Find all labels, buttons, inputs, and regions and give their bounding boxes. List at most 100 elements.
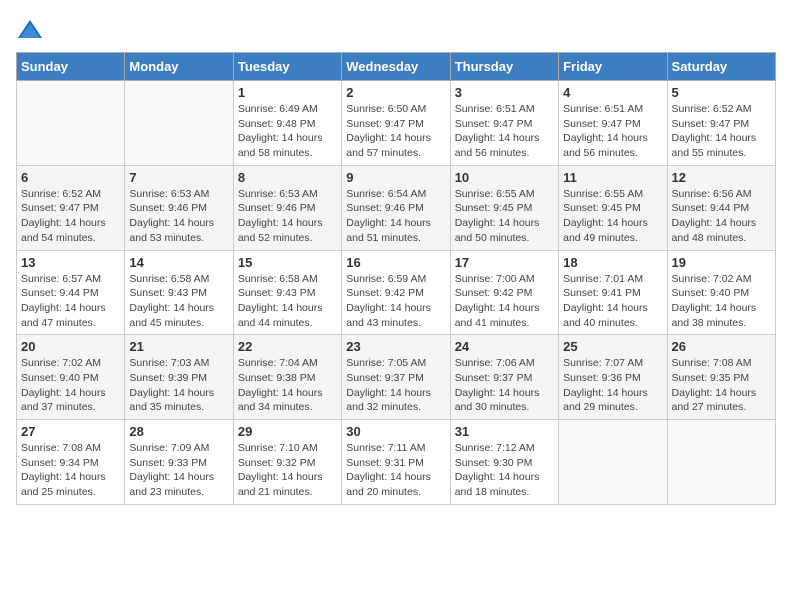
day-number: 16 [346, 255, 445, 270]
day-cell: 28Sunrise: 7:09 AMSunset: 9:33 PMDayligh… [125, 420, 233, 505]
day-number: 9 [346, 170, 445, 185]
day-info: Sunrise: 7:04 AMSunset: 9:38 PMDaylight:… [238, 356, 337, 415]
day-header-sunday: Sunday [17, 53, 125, 81]
day-info: Sunrise: 6:52 AMSunset: 9:47 PMDaylight:… [21, 187, 120, 246]
day-cell: 20 Sunrise: 7:02 AMSunset: 9:40 PMDayligh… [17, 335, 125, 420]
day-info: Sunrise: 6:54 AMSunset: 9:46 PMDaylight:… [346, 187, 445, 246]
day-info: Sunrise: 7:05 AMSunset: 9:37 PMDaylight:… [346, 356, 445, 415]
day-number: 5 [672, 85, 771, 100]
day-info: Sunrise: 7:11 AMSunset: 9:31 PMDaylight:… [346, 441, 445, 500]
day-number: 27 [21, 424, 120, 439]
day-number: 7 [129, 170, 228, 185]
day-cell: 16 Sunrise: 6:59 AMSunset: 9:42 PMDayligh… [342, 250, 450, 335]
day-cell: 13 Sunrise: 6:57 AMSunset: 9:44 PMDayligh… [17, 250, 125, 335]
day-number: 17 [455, 255, 554, 270]
day-info: Sunrise: 7:08 AMSunset: 9:34 PMDaylight:… [21, 441, 120, 500]
day-info: Sunrise: 7:00 AMSunset: 9:42 PMDaylight:… [455, 272, 554, 331]
day-info: Sunrise: 6:57 AMSunset: 9:44 PMDaylight:… [21, 272, 120, 331]
day-cell [667, 420, 775, 505]
logo [16, 16, 48, 44]
day-header-friday: Friday [559, 53, 667, 81]
day-cell: 24 Sunrise: 7:06 AMSunset: 9:37 PMDayligh… [450, 335, 558, 420]
day-info: Sunrise: 7:02 AMSunset: 9:40 PMDaylight:… [672, 272, 771, 331]
day-cell [559, 420, 667, 505]
calendar-table: SundayMondayTuesdayWednesdayThursdayFrid… [16, 52, 776, 505]
week-row-1: 1Sunrise: 6:49 AMSunset: 9:48 PMDaylight… [17, 81, 776, 166]
day-number: 11 [563, 170, 662, 185]
day-header-wednesday: Wednesday [342, 53, 450, 81]
day-info: Sunrise: 6:55 AMSunset: 9:45 PMDaylight:… [455, 187, 554, 246]
day-number: 10 [455, 170, 554, 185]
day-cell: 25 Sunrise: 7:07 AMSunset: 9:36 PMDayligh… [559, 335, 667, 420]
day-info: Sunrise: 6:51 AMSunset: 9:47 PMDaylight:… [455, 102, 554, 161]
day-info: Sunrise: 6:58 AMSunset: 9:43 PMDaylight:… [238, 272, 337, 331]
day-number: 25 [563, 339, 662, 354]
day-info: Sunrise: 7:08 AMSunset: 9:35 PMDaylight:… [672, 356, 771, 415]
day-info: Sunrise: 7:03 AMSunset: 9:39 PMDaylight:… [129, 356, 228, 415]
day-number: 4 [563, 85, 662, 100]
day-info: Sunrise: 6:53 AMSunset: 9:46 PMDaylight:… [238, 187, 337, 246]
day-info: Sunrise: 6:58 AMSunset: 9:43 PMDaylight:… [129, 272, 228, 331]
day-number: 22 [238, 339, 337, 354]
header [16, 16, 776, 44]
day-number: 26 [672, 339, 771, 354]
day-number: 21 [129, 339, 228, 354]
day-cell: 4 Sunrise: 6:51 AMSunset: 9:47 PMDaylight… [559, 81, 667, 166]
day-cell: 8 Sunrise: 6:53 AMSunset: 9:46 PMDaylight… [233, 165, 341, 250]
day-info: Sunrise: 7:06 AMSunset: 9:37 PMDaylight:… [455, 356, 554, 415]
day-number: 30 [346, 424, 445, 439]
day-cell: 17 Sunrise: 7:00 AMSunset: 9:42 PMDayligh… [450, 250, 558, 335]
day-info: Sunrise: 7:07 AMSunset: 9:36 PMDaylight:… [563, 356, 662, 415]
day-cell: 23Sunrise: 7:05 AMSunset: 9:37 PMDayligh… [342, 335, 450, 420]
week-row-2: 6 Sunrise: 6:52 AMSunset: 9:47 PMDaylight… [17, 165, 776, 250]
day-info: Sunrise: 6:51 AMSunset: 9:47 PMDaylight:… [563, 102, 662, 161]
day-number: 6 [21, 170, 120, 185]
day-cell: 11Sunrise: 6:55 AMSunset: 9:45 PMDayligh… [559, 165, 667, 250]
day-cell: 2 Sunrise: 6:50 AMSunset: 9:47 PMDaylight… [342, 81, 450, 166]
day-header-thursday: Thursday [450, 53, 558, 81]
day-cell: 6 Sunrise: 6:52 AMSunset: 9:47 PMDaylight… [17, 165, 125, 250]
week-row-3: 13 Sunrise: 6:57 AMSunset: 9:44 PMDayligh… [17, 250, 776, 335]
day-cell: 5Sunrise: 6:52 AMSunset: 9:47 PMDaylight… [667, 81, 775, 166]
day-info: Sunrise: 6:59 AMSunset: 9:42 PMDaylight:… [346, 272, 445, 331]
day-cell: 22 Sunrise: 7:04 AMSunset: 9:38 PMDayligh… [233, 335, 341, 420]
day-number: 29 [238, 424, 337, 439]
day-info: Sunrise: 7:09 AMSunset: 9:33 PMDaylight:… [129, 441, 228, 500]
day-cell: 31Sunrise: 7:12 AMSunset: 9:30 PMDayligh… [450, 420, 558, 505]
week-row-4: 20 Sunrise: 7:02 AMSunset: 9:40 PMDayligh… [17, 335, 776, 420]
day-number: 14 [129, 255, 228, 270]
day-cell: 7Sunrise: 6:53 AMSunset: 9:46 PMDaylight… [125, 165, 233, 250]
day-info: Sunrise: 7:10 AMSunset: 9:32 PMDaylight:… [238, 441, 337, 500]
day-number: 19 [672, 255, 771, 270]
day-cell: 19 Sunrise: 7:02 AMSunset: 9:40 PMDayligh… [667, 250, 775, 335]
day-number: 24 [455, 339, 554, 354]
day-header-saturday: Saturday [667, 53, 775, 81]
day-cell: 27 Sunrise: 7:08 AMSunset: 9:34 PMDayligh… [17, 420, 125, 505]
day-info: Sunrise: 7:01 AMSunset: 9:41 PMDaylight:… [563, 272, 662, 331]
day-info: Sunrise: 6:50 AMSunset: 9:47 PMDaylight:… [346, 102, 445, 161]
week-row-5: 27 Sunrise: 7:08 AMSunset: 9:34 PMDayligh… [17, 420, 776, 505]
day-number: 15 [238, 255, 337, 270]
day-number: 13 [21, 255, 120, 270]
day-number: 1 [238, 85, 337, 100]
day-cell: 29 Sunrise: 7:10 AMSunset: 9:32 PMDayligh… [233, 420, 341, 505]
header-row: SundayMondayTuesdayWednesdayThursdayFrid… [17, 53, 776, 81]
day-cell: 9 Sunrise: 6:54 AMSunset: 9:46 PMDaylight… [342, 165, 450, 250]
day-cell: 1Sunrise: 6:49 AMSunset: 9:48 PMDaylight… [233, 81, 341, 166]
day-info: Sunrise: 7:02 AMSunset: 9:40 PMDaylight:… [21, 356, 120, 415]
day-cell: 12Sunrise: 6:56 AMSunset: 9:44 PMDayligh… [667, 165, 775, 250]
day-number: 2 [346, 85, 445, 100]
day-number: 3 [455, 85, 554, 100]
day-cell: 18 Sunrise: 7:01 AMSunset: 9:41 PMDayligh… [559, 250, 667, 335]
day-cell [17, 81, 125, 166]
day-number: 8 [238, 170, 337, 185]
day-number: 12 [672, 170, 771, 185]
day-cell: 3 Sunrise: 6:51 AMSunset: 9:47 PMDaylight… [450, 81, 558, 166]
day-cell: 21 Sunrise: 7:03 AMSunset: 9:39 PMDayligh… [125, 335, 233, 420]
day-number: 20 [21, 339, 120, 354]
day-cell: 10 Sunrise: 6:55 AMSunset: 9:45 PMDayligh… [450, 165, 558, 250]
day-cell: 30 Sunrise: 7:11 AMSunset: 9:31 PMDayligh… [342, 420, 450, 505]
day-number: 31 [455, 424, 554, 439]
day-cell [125, 81, 233, 166]
day-number: 18 [563, 255, 662, 270]
